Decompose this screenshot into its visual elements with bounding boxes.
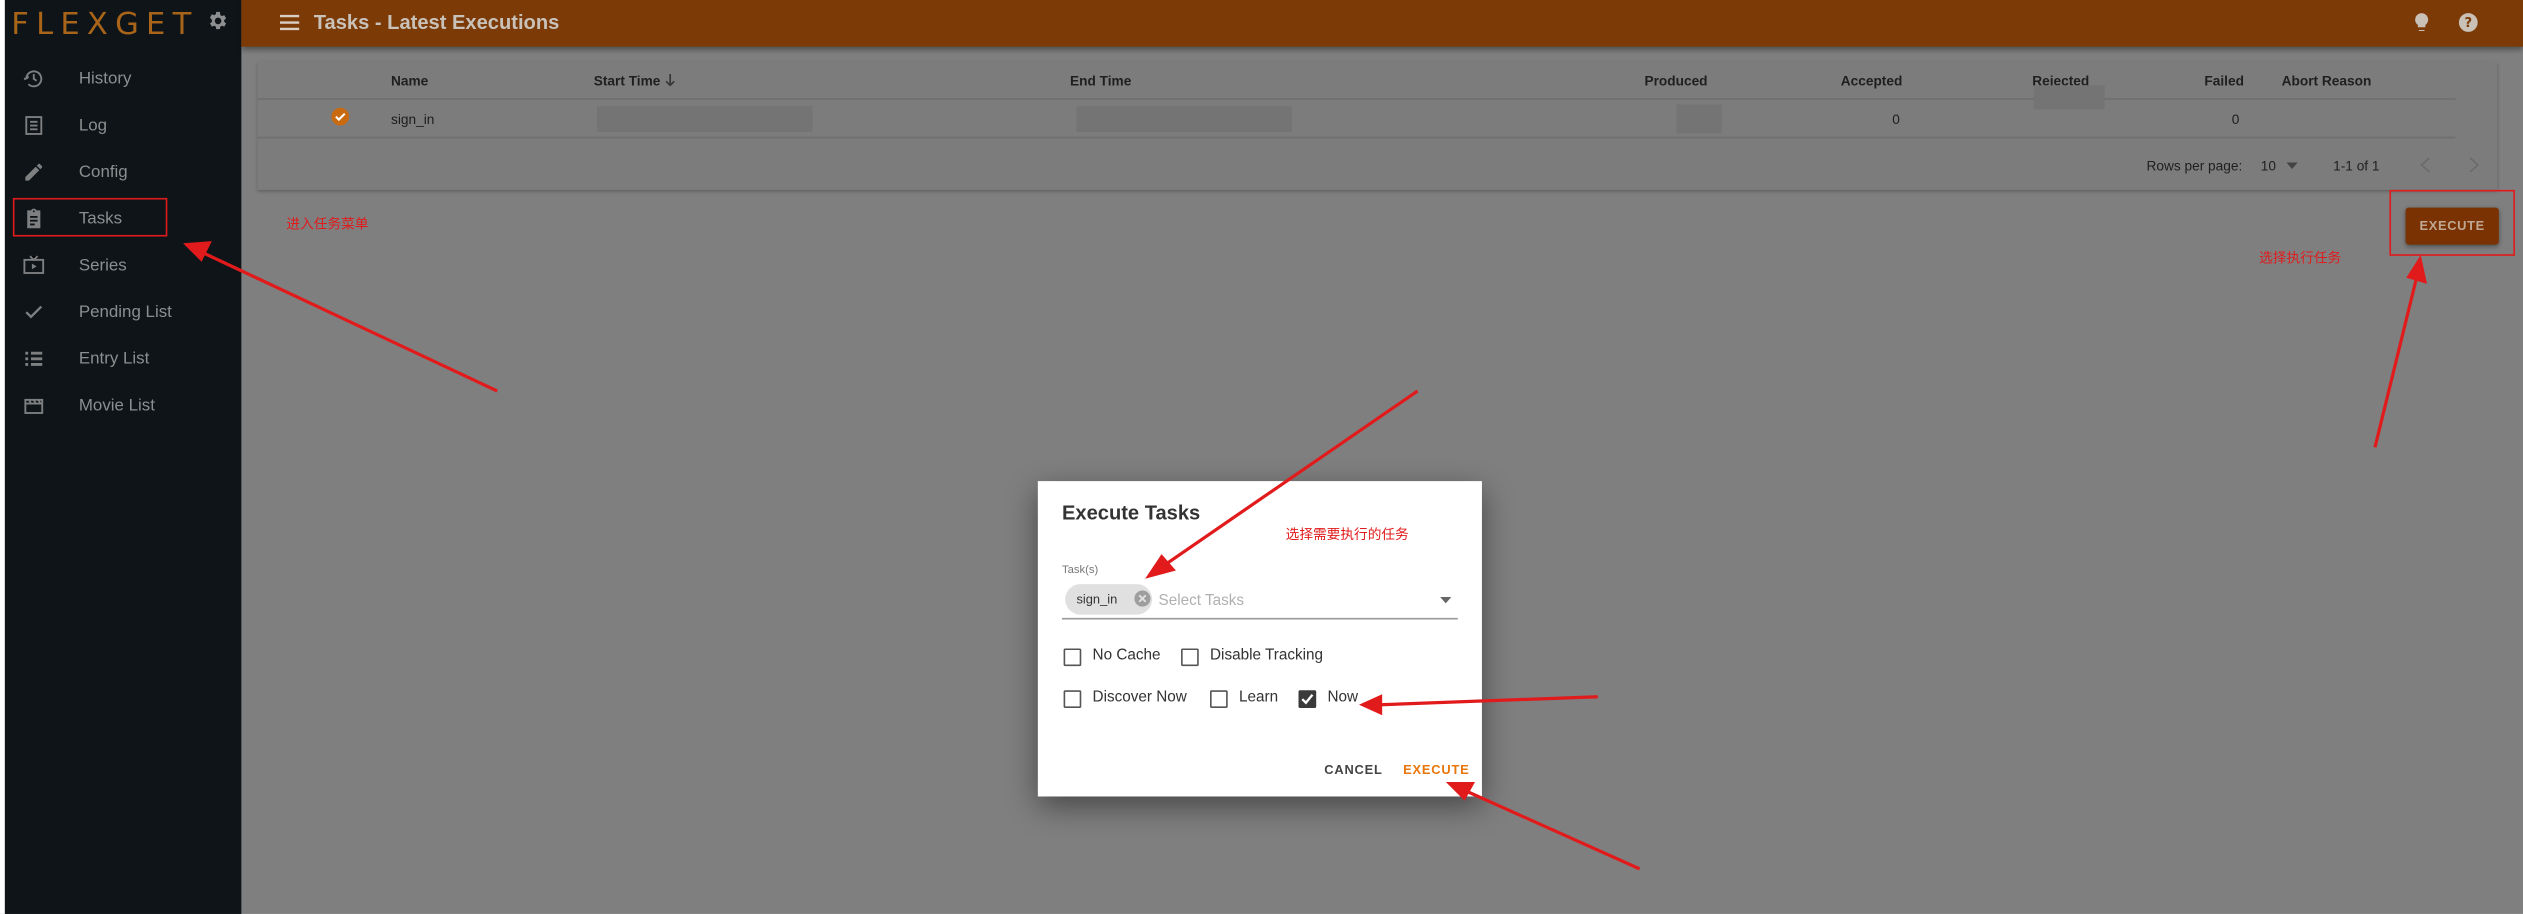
cell-failed: 0 — [2231, 111, 2240, 128]
annotation-tasks-menu: 进入任务菜单 — [286, 215, 369, 232]
column-header-name[interactable]: Name — [391, 72, 428, 88]
disable-tracking-checkbox[interactable] — [1181, 648, 1199, 667]
annotation-choose-tasks: 选择需要执行的任务 — [1285, 526, 1409, 543]
disable-tracking-label: Disable Tracking — [1210, 646, 1324, 665]
sidebar-item-movie-list[interactable]: Movie List — [23, 389, 232, 421]
sidebar-item-pending-list[interactable]: Pending List — [23, 296, 232, 328]
chip-label: sign_in — [1076, 592, 1118, 607]
menu-icon[interactable] — [279, 14, 300, 31]
svg-text:?: ? — [2464, 16, 2472, 31]
close-circle-icon[interactable] — [1134, 590, 1151, 607]
divider — [257, 98, 2456, 100]
annotation-choose-execute: 选择执行任务 — [2259, 249, 2342, 266]
check-icon — [1301, 694, 1314, 705]
log-icon — [25, 116, 43, 135]
learn-label: Learn — [1238, 688, 1279, 707]
column-header-abort-reason[interactable]: Abort Reason — [2282, 72, 2372, 88]
check-icon — [25, 305, 43, 319]
tasks-field-label: Task(s) — [1061, 564, 1099, 577]
arrow-to-dialog-execute — [1466, 790, 1641, 871]
rows-per-page-label: Rows per page: — [2146, 157, 2243, 174]
sidebar-item-history[interactable]: History — [23, 63, 232, 95]
movie-icon — [24, 398, 44, 414]
column-header-end-time[interactable]: End Time — [1070, 72, 1131, 88]
discover-now-label: Discover Now — [1092, 688, 1187, 707]
page-title: Tasks - Latest Executions — [313, 11, 560, 34]
column-header-accepted[interactable]: Accepted — [1841, 72, 1903, 88]
help-icon[interactable]: ? — [2457, 11, 2480, 34]
dialog-execute-button[interactable]: EXECUTE — [1403, 763, 1469, 777]
sidebar-item-label: Entry List — [78, 349, 150, 369]
dialog-title: Execute Tasks — [1061, 502, 1201, 525]
arrow-down-icon — [665, 74, 675, 87]
sidebar-item-label: Log — [78, 115, 108, 136]
no-cache-label: No Cache — [1092, 646, 1161, 665]
caret-down-icon — [2286, 162, 2298, 169]
sidebar-item-label: Config — [78, 162, 128, 182]
selected-task-chip[interactable]: sign_in — [1065, 584, 1153, 615]
annotation-box-tasks — [12, 197, 168, 237]
flexget-logo: FLEXGET — [11, 6, 199, 42]
sidebar-item-label: Series — [78, 255, 127, 276]
now-label: Now — [1327, 688, 1359, 707]
top-bar: Tasks - Latest Executions ? — [241, 0, 2523, 47]
blurred-start-time — [596, 106, 813, 132]
column-header-produced[interactable]: Produced — [1644, 72, 1707, 88]
chevron-left-icon[interactable] — [2420, 157, 2431, 173]
now-checkbox[interactable] — [1298, 690, 1317, 708]
pencil-icon — [25, 163, 43, 181]
sidebar-item-entry-list[interactable]: Entry List — [23, 343, 232, 375]
no-cache-checkbox[interactable] — [1063, 648, 1082, 667]
column-header-label: Start Time — [593, 72, 661, 89]
gear-icon[interactable] — [206, 10, 229, 33]
sidebar-item-log[interactable]: Log — [23, 109, 232, 141]
cancel-button[interactable]: CANCEL — [1324, 763, 1382, 777]
lightbulb-icon[interactable] — [2410, 11, 2433, 34]
sidebar: FLEXGET History Log Config Tasks Series … — [0, 0, 242, 914]
annotation-box-execute — [2389, 189, 2515, 256]
arrow-to-tasks — [202, 251, 498, 393]
cell-name: sign_in — [391, 111, 435, 128]
sidebar-item-label: Movie List — [78, 395, 155, 416]
arrow-to-execute — [2373, 276, 2419, 448]
column-header-start-time[interactable]: Start Time — [594, 72, 676, 88]
sidebar-item-label: History — [78, 69, 132, 89]
tasks-select-input[interactable]: Select Tasks — [1159, 592, 1245, 610]
rows-per-page-value: 10 — [2260, 157, 2276, 174]
blurred-rejected — [2033, 85, 2105, 110]
sidebar-item-label: Pending List — [78, 302, 172, 322]
rows-per-page-select[interactable]: 10 — [2261, 158, 2298, 174]
select-underline — [1061, 617, 1458, 620]
divider — [257, 136, 2456, 139]
execute-tasks-dialog: Execute Tasks 选择需要执行的任务 Task(s) sign_in … — [1037, 481, 1482, 797]
learn-checkbox[interactable] — [1210, 690, 1228, 708]
blurred-produced — [1676, 104, 1722, 134]
app-root: FLEXGET History Log Config Tasks Series … — [0, 0, 2523, 914]
discover-now-checkbox[interactable] — [1063, 690, 1082, 708]
sidebar-item-config[interactable]: Config — [23, 156, 232, 188]
history-icon — [23, 70, 43, 88]
caret-down-icon[interactable] — [1440, 596, 1452, 604]
cell-accepted: 0 — [1892, 111, 1900, 128]
chevron-right-icon[interactable] — [2468, 157, 2480, 173]
sidebar-item-series[interactable]: Series — [23, 249, 232, 281]
list-icon — [25, 351, 43, 366]
tv-icon — [23, 255, 45, 274]
window-edge — [0, 0, 5, 914]
blurred-end-time — [1076, 106, 1293, 132]
column-header-failed[interactable]: Failed — [2204, 72, 2244, 88]
pagination-range: 1-1 of 1 — [2333, 157, 2380, 174]
executions-table: Name Start Time End Time Produced Accept… — [257, 61, 2498, 190]
arrow-to-execute-head — [2406, 254, 2427, 284]
success-check-icon — [331, 107, 350, 126]
